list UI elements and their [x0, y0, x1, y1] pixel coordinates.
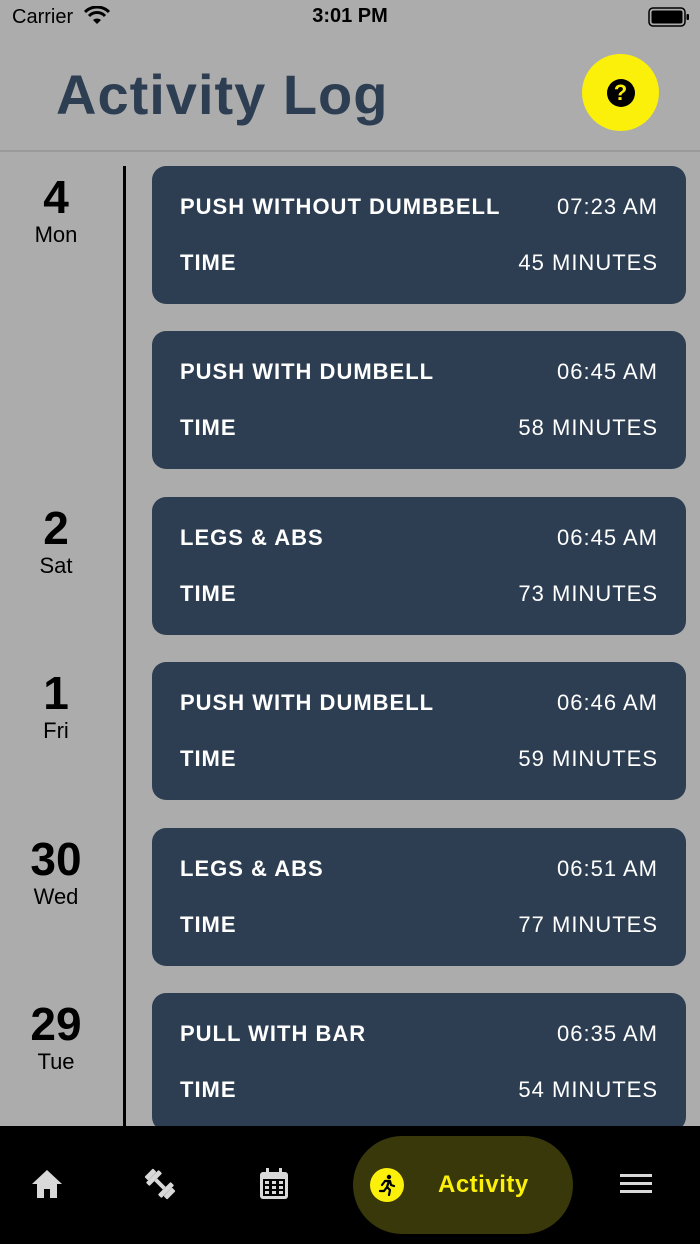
date-day: 29 — [30, 998, 82, 1050]
activity-name: PUSH WITH DUMBELL — [180, 690, 435, 715]
activity-card[interactable]: PUSH WITH DUMBELL 06:46 AM TIME 59 MINUT… — [152, 662, 686, 800]
activity-name: PUSH WITH DUMBELL — [180, 359, 435, 384]
help-button[interactable]: ? — [582, 54, 659, 131]
date-weekday: Fri — [43, 718, 69, 743]
date-group: 4 Mon — [0, 172, 112, 248]
home-icon — [32, 1170, 62, 1198]
bottom-tab-bar: Activity — [0, 1126, 700, 1244]
date-weekday: Mon — [34, 222, 78, 247]
date-group: 1 Fri — [0, 668, 112, 744]
tab-calendar[interactable] — [254, 1164, 294, 1204]
timeline-divider — [123, 166, 126, 1126]
activity-name: LEGS & ABS — [180, 856, 324, 881]
activity-clock: 06:46 AM — [557, 690, 658, 715]
time-label: TIME — [180, 912, 237, 937]
activity-name: LEGS & ABS — [180, 525, 324, 550]
activity-duration: 58 MINUTES — [518, 415, 658, 440]
date-day: 4 — [43, 171, 69, 223]
activity-clock: 06:51 AM — [557, 856, 658, 881]
activity-log-screen: Carrier 3:01 PM Activity Log ? 4 Mon 2 S… — [0, 0, 700, 1244]
status-bar: Carrier 3:01 PM — [0, 0, 700, 36]
activity-duration: 77 MINUTES — [518, 912, 658, 937]
question-icon: ? — [606, 78, 635, 107]
activity-duration: 45 MINUTES — [518, 250, 658, 275]
time-label: TIME — [180, 250, 237, 275]
battery-icon — [648, 7, 689, 27]
date-day: 2 — [43, 502, 69, 554]
clock-label: 3:01 PM — [312, 5, 388, 27]
activity-card[interactable]: LEGS & ABS 06:51 AM TIME 77 MINUTES — [152, 828, 686, 966]
time-label: TIME — [180, 1077, 237, 1102]
tab-activity-label: Activity — [438, 1171, 529, 1198]
running-icon — [370, 1168, 404, 1202]
date-weekday: Sat — [39, 553, 73, 578]
calendar-icon — [260, 1168, 288, 1199]
activity-name: PUSH WITHOUT DUMBBELL — [180, 194, 501, 219]
tab-workouts[interactable] — [140, 1164, 180, 1204]
activity-card[interactable]: PUSH WITH DUMBELL 06:45 AM TIME 58 MINUT… — [152, 331, 686, 469]
tab-home[interactable] — [27, 1164, 67, 1204]
tab-menu[interactable] — [616, 1164, 656, 1204]
activity-card[interactable]: PUSH WITHOUT DUMBBELL 07:23 AM TIME 45 M… — [152, 166, 686, 304]
activity-card[interactable]: PULL WITH BAR 06:35 AM TIME 54 MINUTES — [152, 993, 686, 1126]
time-label: TIME — [180, 746, 237, 771]
date-weekday: Tue — [37, 1049, 75, 1074]
header: Activity Log ? — [0, 36, 700, 152]
activity-card[interactable]: LEGS & ABS 06:45 AM TIME 73 MINUTES — [152, 497, 686, 635]
activity-name: PULL WITH BAR — [180, 1021, 367, 1046]
dumbbell-icon — [144, 1168, 176, 1200]
activity-clock: 06:35 AM — [557, 1021, 658, 1046]
activity-clock: 07:23 AM — [557, 194, 658, 219]
activity-clock: 06:45 AM — [557, 359, 658, 384]
date-weekday: Wed — [33, 884, 79, 909]
page-title: Activity Log — [56, 63, 389, 126]
date-group: 2 Sat — [0, 503, 112, 579]
activity-clock: 06:45 AM — [557, 525, 658, 550]
date-day: 1 — [43, 667, 69, 719]
menu-icon — [620, 1174, 652, 1193]
activity-duration: 59 MINUTES — [518, 746, 658, 771]
date-day: 30 — [30, 833, 82, 885]
tab-activity[interactable]: Activity — [353, 1136, 573, 1234]
time-label: TIME — [180, 581, 237, 606]
activity-timeline[interactable]: 4 Mon 2 Sat 1 Fri 30 Wed 29 Tue PUSH WIT… — [0, 154, 700, 1126]
activity-duration: 54 MINUTES — [518, 1077, 658, 1102]
date-group: 30 Wed — [0, 834, 112, 910]
date-group: 29 Tue — [0, 999, 112, 1075]
time-label: TIME — [180, 415, 237, 440]
activity-duration: 73 MINUTES — [518, 581, 658, 606]
